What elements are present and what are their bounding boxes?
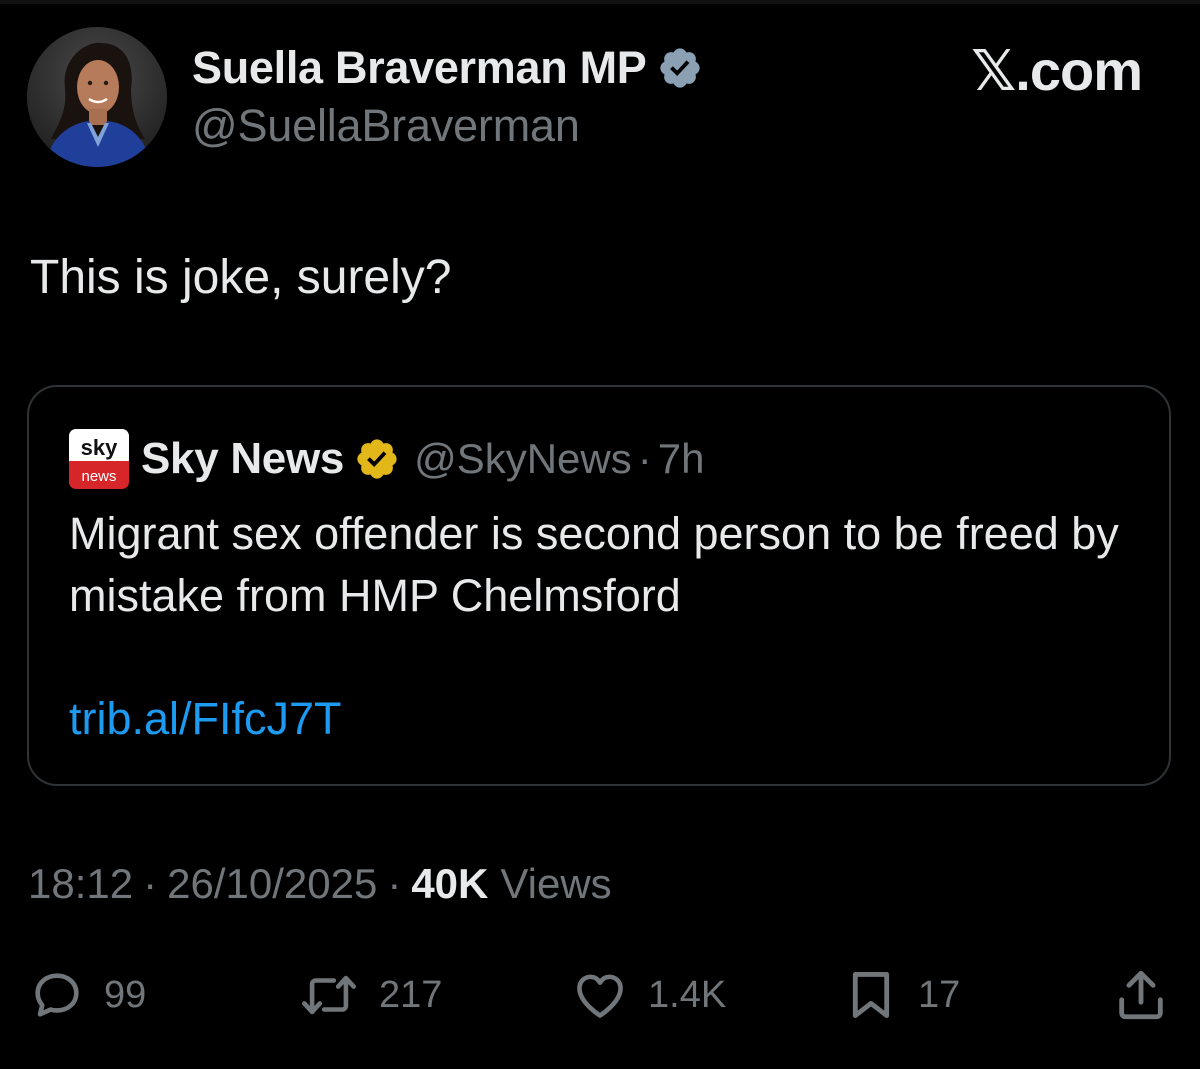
avatar-portrait	[27, 27, 167, 167]
author-handle[interactable]: @SuellaBraverman	[192, 100, 580, 152]
like-count: 1.4K	[648, 973, 727, 1016]
quoted-tweet-card[interactable]: sky news Sky News @SkyNews · 7h Migrant …	[27, 385, 1171, 786]
quote-link[interactable]: trib.al/FIfcJ7T	[69, 693, 342, 745]
views-count[interactable]: 40K	[411, 860, 488, 908]
sky-logo-text-top: sky	[81, 435, 118, 460]
bookmark-icon	[852, 972, 890, 1018]
meta-separator-dot: ·	[387, 860, 402, 907]
bookmark-count: 17	[918, 973, 961, 1016]
share-button[interactable]	[1112, 955, 1170, 1035]
sky-news-logo-icon[interactable]: sky news	[69, 429, 129, 489]
tweet-text: This is joke, surely?	[30, 251, 452, 304]
repost-icon	[302, 975, 356, 1015]
gold-verified-badge-icon	[354, 436, 400, 482]
sky-logo-text-bottom: news	[81, 468, 116, 485]
tweet-time[interactable]: 18:12	[28, 860, 133, 908]
reply-icon	[35, 973, 79, 1017]
meta-separator-dot: ·	[143, 860, 158, 907]
author-name-row: Suella Braverman MP	[192, 40, 703, 96]
quote-author-name[interactable]: Sky News	[141, 434, 344, 484]
quote-separator-dot: ·	[637, 435, 652, 482]
reply-count: 99	[104, 973, 147, 1016]
bookmark-button[interactable]: 17	[842, 955, 960, 1035]
author-avatar[interactable]	[27, 27, 167, 167]
action-bar: 99 217 1.4K 17	[0, 955, 1200, 1035]
quote-timestamp[interactable]: 7h	[658, 435, 705, 483]
author-name[interactable]: Suella Braverman MP	[192, 42, 647, 94]
like-button[interactable]: 1.4K	[570, 955, 726, 1035]
reply-button[interactable]: 99	[28, 955, 146, 1035]
repost-button[interactable]: 217	[297, 955, 442, 1035]
verified-badge-icon	[657, 45, 703, 91]
share-icon	[1119, 970, 1163, 1020]
top-strip	[0, 0, 1200, 4]
heart-icon	[577, 974, 623, 1018]
repost-count: 217	[379, 973, 443, 1016]
quote-body-text: Migrant sex offender is second person to…	[69, 508, 1119, 621]
tweet-meta: 18:12 · 26/10/2025 · 40K Views	[28, 860, 612, 908]
tweet-date[interactable]: 26/10/2025	[167, 860, 377, 908]
views-label: Views	[500, 860, 612, 907]
quote-author-handle[interactable]: @SkyNews	[414, 435, 632, 483]
quote-header: sky news Sky News @SkyNews · 7h	[69, 427, 704, 491]
site-brand: 𝕏.com	[971, 39, 1143, 102]
